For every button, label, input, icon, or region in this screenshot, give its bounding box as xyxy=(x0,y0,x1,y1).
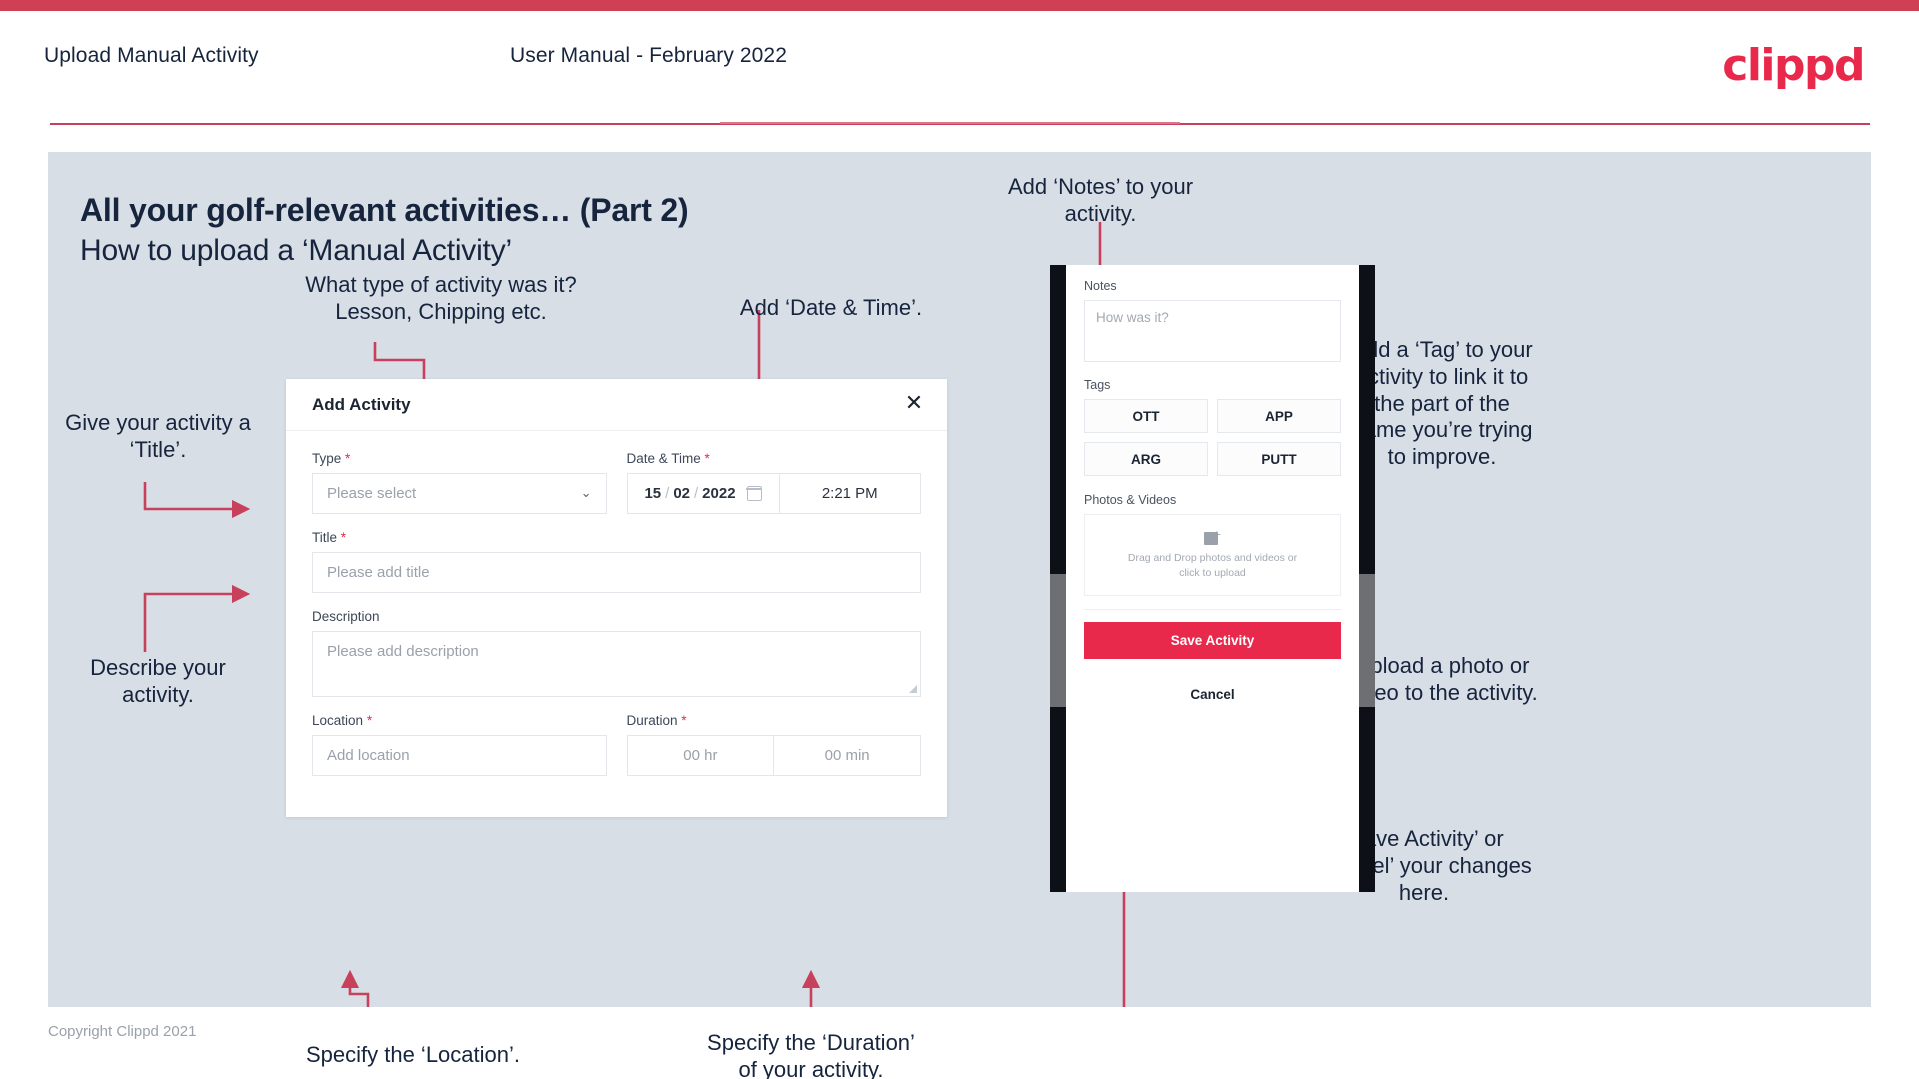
annotation-notes-line1: Add ‘Notes’ to your xyxy=(1007,174,1194,199)
type-label-text: Type xyxy=(312,451,342,466)
description-label: Description xyxy=(312,609,380,624)
annotation-type-line2: Lesson, Chipping etc. xyxy=(335,298,547,324)
title-required-mark: * xyxy=(340,530,347,545)
datetime-label-text: Date & Time xyxy=(626,451,701,466)
photos-videos-label: Photos & Videos xyxy=(1084,493,1177,507)
row-location-duration: Location * Add location Duration * 00 hr… xyxy=(312,713,921,776)
header-subtitle: User Manual - February 2022 xyxy=(510,44,787,67)
annotation-notes-line2: activity. xyxy=(1064,200,1137,226)
field-duration: Duration * 00 hr 00 min xyxy=(626,713,922,776)
notes-textarea[interactable]: How was it? xyxy=(1084,300,1341,362)
phone-edge-right xyxy=(1359,265,1375,892)
tag-ott[interactable]: OTT xyxy=(1084,399,1208,433)
phone-volume-button-right xyxy=(1359,574,1375,707)
cancel-button[interactable]: Cancel xyxy=(1084,687,1341,702)
annotation-notes: Add ‘Notes’ to your activity. xyxy=(983,174,1218,228)
duration-label: Duration * xyxy=(627,713,922,728)
annotation-type: What type of activity was it? Lesson, Ch… xyxy=(291,272,591,326)
tag-arg[interactable]: ARG xyxy=(1084,442,1208,476)
title-label-text: Title xyxy=(312,530,338,545)
chevron-down-icon: ⌄ xyxy=(580,486,592,501)
date-day: 15 xyxy=(644,485,662,502)
duration-label-text: Duration xyxy=(626,713,678,728)
clippd-logo: clippd xyxy=(1722,40,1865,91)
slide-subtitle: How to upload a ‘Manual Activity’ xyxy=(80,234,512,267)
calendar-icon[interactable] xyxy=(745,486,763,501)
slide-title: All your golf-relevant activities… (Part… xyxy=(80,192,689,228)
date-input[interactable]: 15 / 02 / 2022 xyxy=(626,473,779,514)
annotation-duration-line2: of your activity. xyxy=(738,1056,884,1079)
add-activity-dialog: Add Activity ✕ Type * Please select ⌄ Da… xyxy=(286,379,947,817)
field-datetime: Date & Time * 15 / 02 / 2022 2:21 PM xyxy=(626,451,922,514)
slide-canvas: All your golf-relevant activities… (Part… xyxy=(48,152,1871,1079)
upload-instructions: Drag and Drop photos and videos or click… xyxy=(1127,552,1298,579)
field-type: Type * Please select ⌄ xyxy=(312,451,607,514)
slide-page: Upload Manual Activity User Manual - Feb… xyxy=(0,0,1919,1079)
duration-required-mark: * xyxy=(681,713,687,728)
date-month: 02 xyxy=(673,485,690,502)
datetime-label: Date & Time * xyxy=(627,451,922,466)
date-sep-2: / xyxy=(694,485,699,502)
date-year: 2022 xyxy=(702,485,736,502)
date-sep-1: / xyxy=(665,485,670,502)
type-label: Type * xyxy=(312,451,607,466)
tags-label: Tags xyxy=(1084,378,1111,392)
field-location: Location * Add location xyxy=(312,713,607,776)
annotation-title-line2: ‘Title’. xyxy=(129,436,187,462)
phone-volume-button-left xyxy=(1050,574,1066,707)
type-required-mark: * xyxy=(345,451,351,466)
annotation-title-line1: Give your activity a xyxy=(65,410,251,435)
duration-hours-input[interactable]: 00 hr xyxy=(626,735,775,776)
location-required-mark: * xyxy=(366,713,373,728)
annotation-location: Specify the ‘Location’. xyxy=(305,1042,521,1067)
type-select[interactable]: Please select ⌄ xyxy=(312,473,607,514)
datetime-required-mark: * xyxy=(704,451,710,466)
dialog-body: Type * Please select ⌄ Date & Time * 15 … xyxy=(286,431,947,776)
field-description: Description Please add description xyxy=(312,609,921,697)
type-select-value: Please select xyxy=(327,485,417,502)
annotation-title: Give your activity a ‘Title’. xyxy=(48,410,268,464)
location-input[interactable]: Add location xyxy=(312,735,607,776)
title-input[interactable]: Please add title xyxy=(312,552,921,593)
notes-label: Notes xyxy=(1084,279,1117,293)
header-divider-light xyxy=(720,122,1180,124)
field-title: Title * Please add title xyxy=(312,530,921,593)
datetime-group: 15 / 02 / 2022 2:21 PM xyxy=(626,473,921,514)
save-activity-button[interactable]: Save Activity xyxy=(1084,622,1341,659)
annotation-datetime: Add ‘Date & Time’. xyxy=(739,295,923,320)
location-label-text: Location xyxy=(312,713,364,728)
title-label: Title * xyxy=(312,530,921,545)
annotation-type-line1: What type of activity was it? xyxy=(305,272,577,297)
dialog-header: Add Activity ✕ xyxy=(286,379,947,431)
tag-putt[interactable]: PUTT xyxy=(1217,442,1341,476)
annotation-description: Describe your activity. xyxy=(48,655,268,709)
annotation-description-line2: activity. xyxy=(122,681,194,707)
upload-dropzone[interactable]: + Drag and Drop photos and videos or cli… xyxy=(1084,514,1341,596)
tag-app[interactable]: APP xyxy=(1217,399,1341,433)
description-textarea[interactable]: Please add description xyxy=(312,631,921,697)
location-label: Location * xyxy=(312,713,607,728)
description-placeholder: Please add description xyxy=(327,643,479,660)
tags-grid: OTT APP ARG PUTT xyxy=(1084,399,1341,476)
phone-edge-left xyxy=(1050,265,1066,892)
image-add-icon: + xyxy=(1203,529,1222,546)
top-accent-bar xyxy=(0,0,1919,11)
close-icon[interactable]: ✕ xyxy=(901,391,927,417)
phone-screen: Notes How was it? Tags OTT APP ARG PUTT … xyxy=(1066,265,1359,892)
phone-mockup: Notes How was it? Tags OTT APP ARG PUTT … xyxy=(1050,265,1375,892)
annotation-duration: Specify the ‘Duration’ of your activity. xyxy=(671,1030,951,1079)
annotation-description-line1: Describe your xyxy=(90,655,226,680)
header-title: Upload Manual Activity xyxy=(44,44,259,67)
dialog-title: Add Activity xyxy=(312,395,411,414)
duration-minutes-input[interactable]: 00 min xyxy=(774,735,921,776)
row-type-datetime: Type * Please select ⌄ Date & Time * 15 … xyxy=(312,451,921,514)
annotation-duration-line1: Specify the ‘Duration’ xyxy=(707,1030,915,1055)
time-input[interactable]: 2:21 PM xyxy=(778,473,921,514)
phone-divider xyxy=(1084,609,1341,610)
notes-placeholder: How was it? xyxy=(1096,310,1169,325)
copyright-footer: Copyright Clippd 2021 xyxy=(48,1023,197,1040)
duration-group: 00 hr 00 min xyxy=(626,735,921,776)
